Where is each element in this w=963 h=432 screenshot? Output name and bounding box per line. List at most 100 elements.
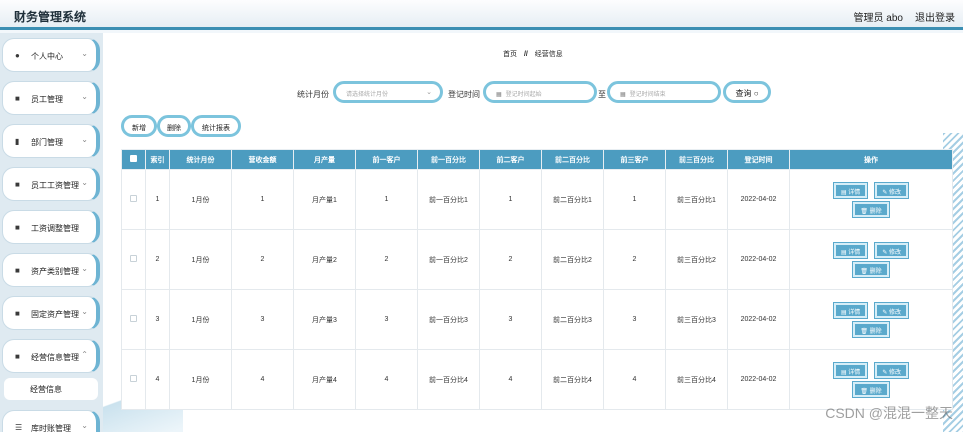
table-cell: 前二百分比3: [541, 289, 604, 350]
edit-button[interactable]: ✎ 修改: [874, 301, 910, 319]
table-cell: 3: [479, 289, 542, 350]
sidebar-item-ledger[interactable]: ☰ 库时账管理 ⌄: [2, 410, 100, 432]
table-cell: 1月份: [169, 289, 232, 350]
row-actions: ▤ 详情 ✎ 修改 🗑 删除: [816, 301, 926, 338]
row-delete-button[interactable]: 🗑 删除: [852, 260, 890, 278]
grid-icon: ■: [15, 266, 20, 275]
row-select-cell[interactable]: [121, 349, 146, 410]
table-cell: 2022-04-02: [727, 289, 790, 350]
actions-cell: ▤ 详情 ✎ 修改 🗑 删除: [789, 169, 953, 230]
sidebar-item-salary-adjust[interactable]: ■ 工资调整管理: [2, 210, 100, 244]
row-select-cell[interactable]: [121, 169, 146, 230]
chevron-up-icon: ⌃: [81, 350, 88, 359]
user-icon: ●: [15, 51, 20, 60]
month-label: 统计月份: [297, 90, 329, 99]
grid-icon: ■: [15, 180, 20, 189]
table-cell: 3: [145, 289, 170, 350]
grid-icon: ■: [15, 309, 20, 318]
table-cell: 月产量2: [293, 229, 356, 290]
table-row: 1 1月份 1 月产量1 1 前一百分比1 1 前二百分比1 1 前三百分比1 2022-04-02…: [121, 169, 953, 230]
sidebar-item-asset-category[interactable]: ■ 资产类别管理 ⌄: [2, 253, 100, 287]
edit-button[interactable]: ✎ 修改: [874, 241, 910, 259]
table-cell: 2: [355, 229, 418, 290]
sidebar-item-fixed-asset[interactable]: ■ 固定资产管理 ⌄: [2, 296, 100, 330]
sidebar-item-business-info[interactable]: ■ 经营信息管理 ⌃: [2, 339, 100, 373]
sidebar-item-salary[interactable]: ■ 员工工资管理 ⌄: [2, 167, 100, 201]
logout-link[interactable]: 退出登录: [915, 9, 955, 24]
column-header: 操作: [789, 149, 953, 170]
table-cell: 1: [479, 169, 542, 230]
table-cell: 4: [355, 349, 418, 410]
table-cell: 1月份: [169, 349, 232, 410]
row-checkbox[interactable]: [130, 375, 137, 382]
table-cell: 1: [603, 169, 666, 230]
column-header: 前二客户: [479, 149, 542, 170]
grid-icon: ■: [15, 94, 20, 103]
table-cell: 2: [603, 229, 666, 290]
detail-button[interactable]: ▤ 详情: [832, 361, 869, 379]
table-cell: 前三百分比2: [665, 229, 728, 290]
column-header: 前一客户: [355, 149, 418, 170]
report-button[interactable]: 统计报表: [191, 115, 241, 137]
row-checkbox[interactable]: [130, 195, 137, 202]
table-cell: 前一百分比4: [417, 349, 480, 410]
chevron-down-icon: ⌄: [81, 421, 88, 430]
actions-cell: ▤ 详情 ✎ 修改 🗑 删除: [789, 229, 953, 290]
breadcrumb-current: 经营信息: [534, 51, 563, 58]
row-select-cell[interactable]: [121, 229, 146, 290]
table-cell: 前三百分比4: [665, 349, 728, 410]
table-cell: 月产量4: [293, 349, 356, 410]
delete-button[interactable]: 删除: [157, 115, 191, 137]
table-cell: 前三百分比1: [665, 169, 728, 230]
table-cell: 2: [231, 229, 294, 290]
sidebar-item-label: 个人中心: [31, 52, 63, 61]
table-cell: 2022-04-02: [727, 169, 790, 230]
table-cell: 1: [231, 169, 294, 230]
sidebar-item-department[interactable]: ▮ 部门管理 ⌄: [2, 124, 100, 158]
detail-button[interactable]: ▤ 详情: [832, 181, 869, 199]
sidebar-subitem-business-info[interactable]: 经营信息: [4, 378, 98, 400]
sidebar-item-employee[interactable]: ■ 员工管理 ⌄: [2, 81, 100, 115]
table-cell: 前一百分比3: [417, 289, 480, 350]
table-cell: 2: [479, 229, 542, 290]
breadcrumb-home[interactable]: 首页: [503, 51, 517, 58]
add-button[interactable]: 新增: [121, 115, 157, 137]
edit-button[interactable]: ✎ 修改: [874, 361, 910, 379]
column-header: 索引: [145, 149, 170, 170]
sidebar-item-label: 固定资产管理: [31, 310, 79, 319]
row-delete-button[interactable]: 🗑 删除: [852, 320, 890, 338]
column-header: 统计月份: [169, 149, 232, 170]
sidebar-item-label: 库时账管理: [31, 424, 71, 432]
table-cell: 月产量1: [293, 169, 356, 230]
column-header: 营收金额: [231, 149, 294, 170]
column-header: 前二百分比: [541, 149, 604, 170]
sidebar-item-label: 员工工资管理: [31, 181, 79, 190]
watermark: CSDN @混混一整天: [825, 405, 953, 421]
row-select-cell[interactable]: [121, 289, 146, 350]
detail-button[interactable]: ▤ 详情: [832, 241, 869, 259]
end-time-input[interactable]: ▦ 登记时间结束: [607, 81, 721, 103]
query-button[interactable]: 查询 ○: [723, 81, 771, 103]
chevron-down-icon: ⌄: [81, 135, 88, 144]
row-checkbox[interactable]: [130, 255, 137, 262]
row-checkbox[interactable]: [130, 315, 137, 322]
chevron-down-icon: ⌄: [426, 89, 432, 96]
table-cell: 前二百分比2: [541, 229, 604, 290]
calendar-icon: ▦: [620, 92, 626, 98]
table-cell: 前一百分比2: [417, 229, 480, 290]
select-all-checkbox[interactable]: [130, 155, 137, 162]
sidebar-item-label: 资产类别管理: [31, 267, 79, 276]
row-delete-button[interactable]: 🗑 删除: [852, 380, 890, 398]
column-header: 前三客户: [603, 149, 666, 170]
start-time-placeholder: 登记时间起始: [505, 92, 542, 98]
select-all-cell[interactable]: [121, 149, 146, 170]
sidebar-item-personal-center[interactable]: ● 个人中心 ⌄: [2, 38, 100, 72]
list-icon: ☰: [15, 423, 23, 432]
row-delete-button[interactable]: 🗑 删除: [852, 200, 890, 218]
table-cell: 月产量3: [293, 289, 356, 350]
month-select[interactable]: 请选择统计月份 ⌄: [333, 81, 443, 103]
edit-button[interactable]: ✎ 修改: [874, 181, 910, 199]
start-time-input[interactable]: ▦ 登记时间起始: [483, 81, 597, 103]
detail-button[interactable]: ▤ 详情: [832, 301, 869, 319]
time-label: 登记时间: [448, 90, 480, 99]
